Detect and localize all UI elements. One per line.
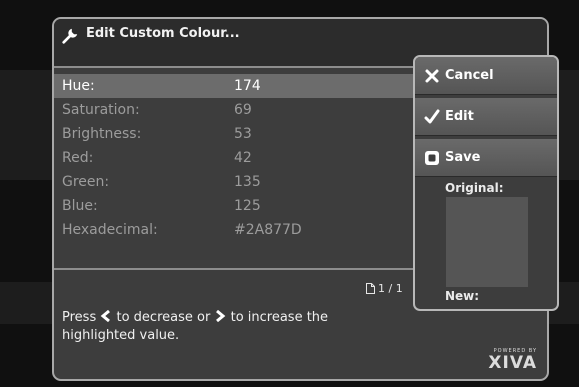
field-label: Hue: — [62, 78, 95, 94]
new-label: New: — [445, 289, 480, 303]
field-label: Blue: — [62, 198, 98, 214]
field-value: 174 — [234, 78, 261, 94]
page-icon — [366, 283, 375, 294]
page-indicator-text: 1 / 1 — [378, 282, 403, 295]
right-arrow-icon — [216, 309, 226, 323]
field-row-red[interactable]: Red: 42 — [54, 146, 474, 170]
field-row-green[interactable]: Green: 135 — [54, 170, 474, 194]
wrench-icon — [62, 28, 78, 44]
field-row-blue[interactable]: Blue: 125 — [54, 194, 474, 218]
save-label: Save — [445, 150, 481, 165]
field-value: 135 — [234, 174, 261, 190]
field-row-hue[interactable]: Hue: 174 — [54, 74, 474, 98]
action-menu: Cancel Edit Save Original: New: — [413, 55, 559, 311]
field-label: Saturation: — [62, 102, 140, 118]
x-icon — [425, 69, 439, 83]
field-row-saturation[interactable]: Saturation: 69 — [54, 98, 474, 122]
field-label: Green: — [62, 174, 110, 190]
field-value: 69 — [234, 102, 252, 118]
field-list: Hue: 174 Saturation: 69 Brightness: 53 R… — [54, 74, 474, 242]
page-indicator: 1 / 1 — [366, 282, 403, 295]
save-icon — [425, 151, 439, 165]
field-value: #2A877D — [234, 222, 302, 238]
field-label: Brightness: — [62, 126, 142, 142]
cancel-label: Cancel — [445, 68, 494, 83]
dialog-title: Edit Custom Colour... — [86, 26, 240, 41]
checkmark-icon — [424, 109, 440, 124]
edit-button[interactable]: Edit — [415, 98, 557, 136]
colour-swatch-preview — [446, 197, 528, 287]
help-text: Press to decrease or to increase the hig… — [62, 309, 392, 345]
field-value: 42 — [234, 150, 252, 166]
edit-label: Edit — [445, 109, 474, 124]
help-text-part: Press — [62, 310, 97, 325]
field-label: Hexadecimal: — [62, 222, 158, 238]
field-row-hexadecimal[interactable]: Hexadecimal: #2A877D — [54, 218, 474, 242]
brand-logo: POWERED BY XIVA — [488, 348, 537, 372]
field-value: 125 — [234, 198, 261, 214]
original-label: Original: — [445, 181, 504, 195]
help-text-part: to decrease or — [116, 310, 211, 325]
field-label: Red: — [62, 150, 94, 166]
field-row-brightness[interactable]: Brightness: 53 — [54, 122, 474, 146]
field-value: 53 — [234, 126, 252, 142]
brand-name: XIVA — [488, 353, 537, 373]
left-arrow-icon — [101, 309, 111, 323]
save-button[interactable]: Save — [415, 139, 557, 177]
cancel-button[interactable]: Cancel — [415, 57, 557, 95]
